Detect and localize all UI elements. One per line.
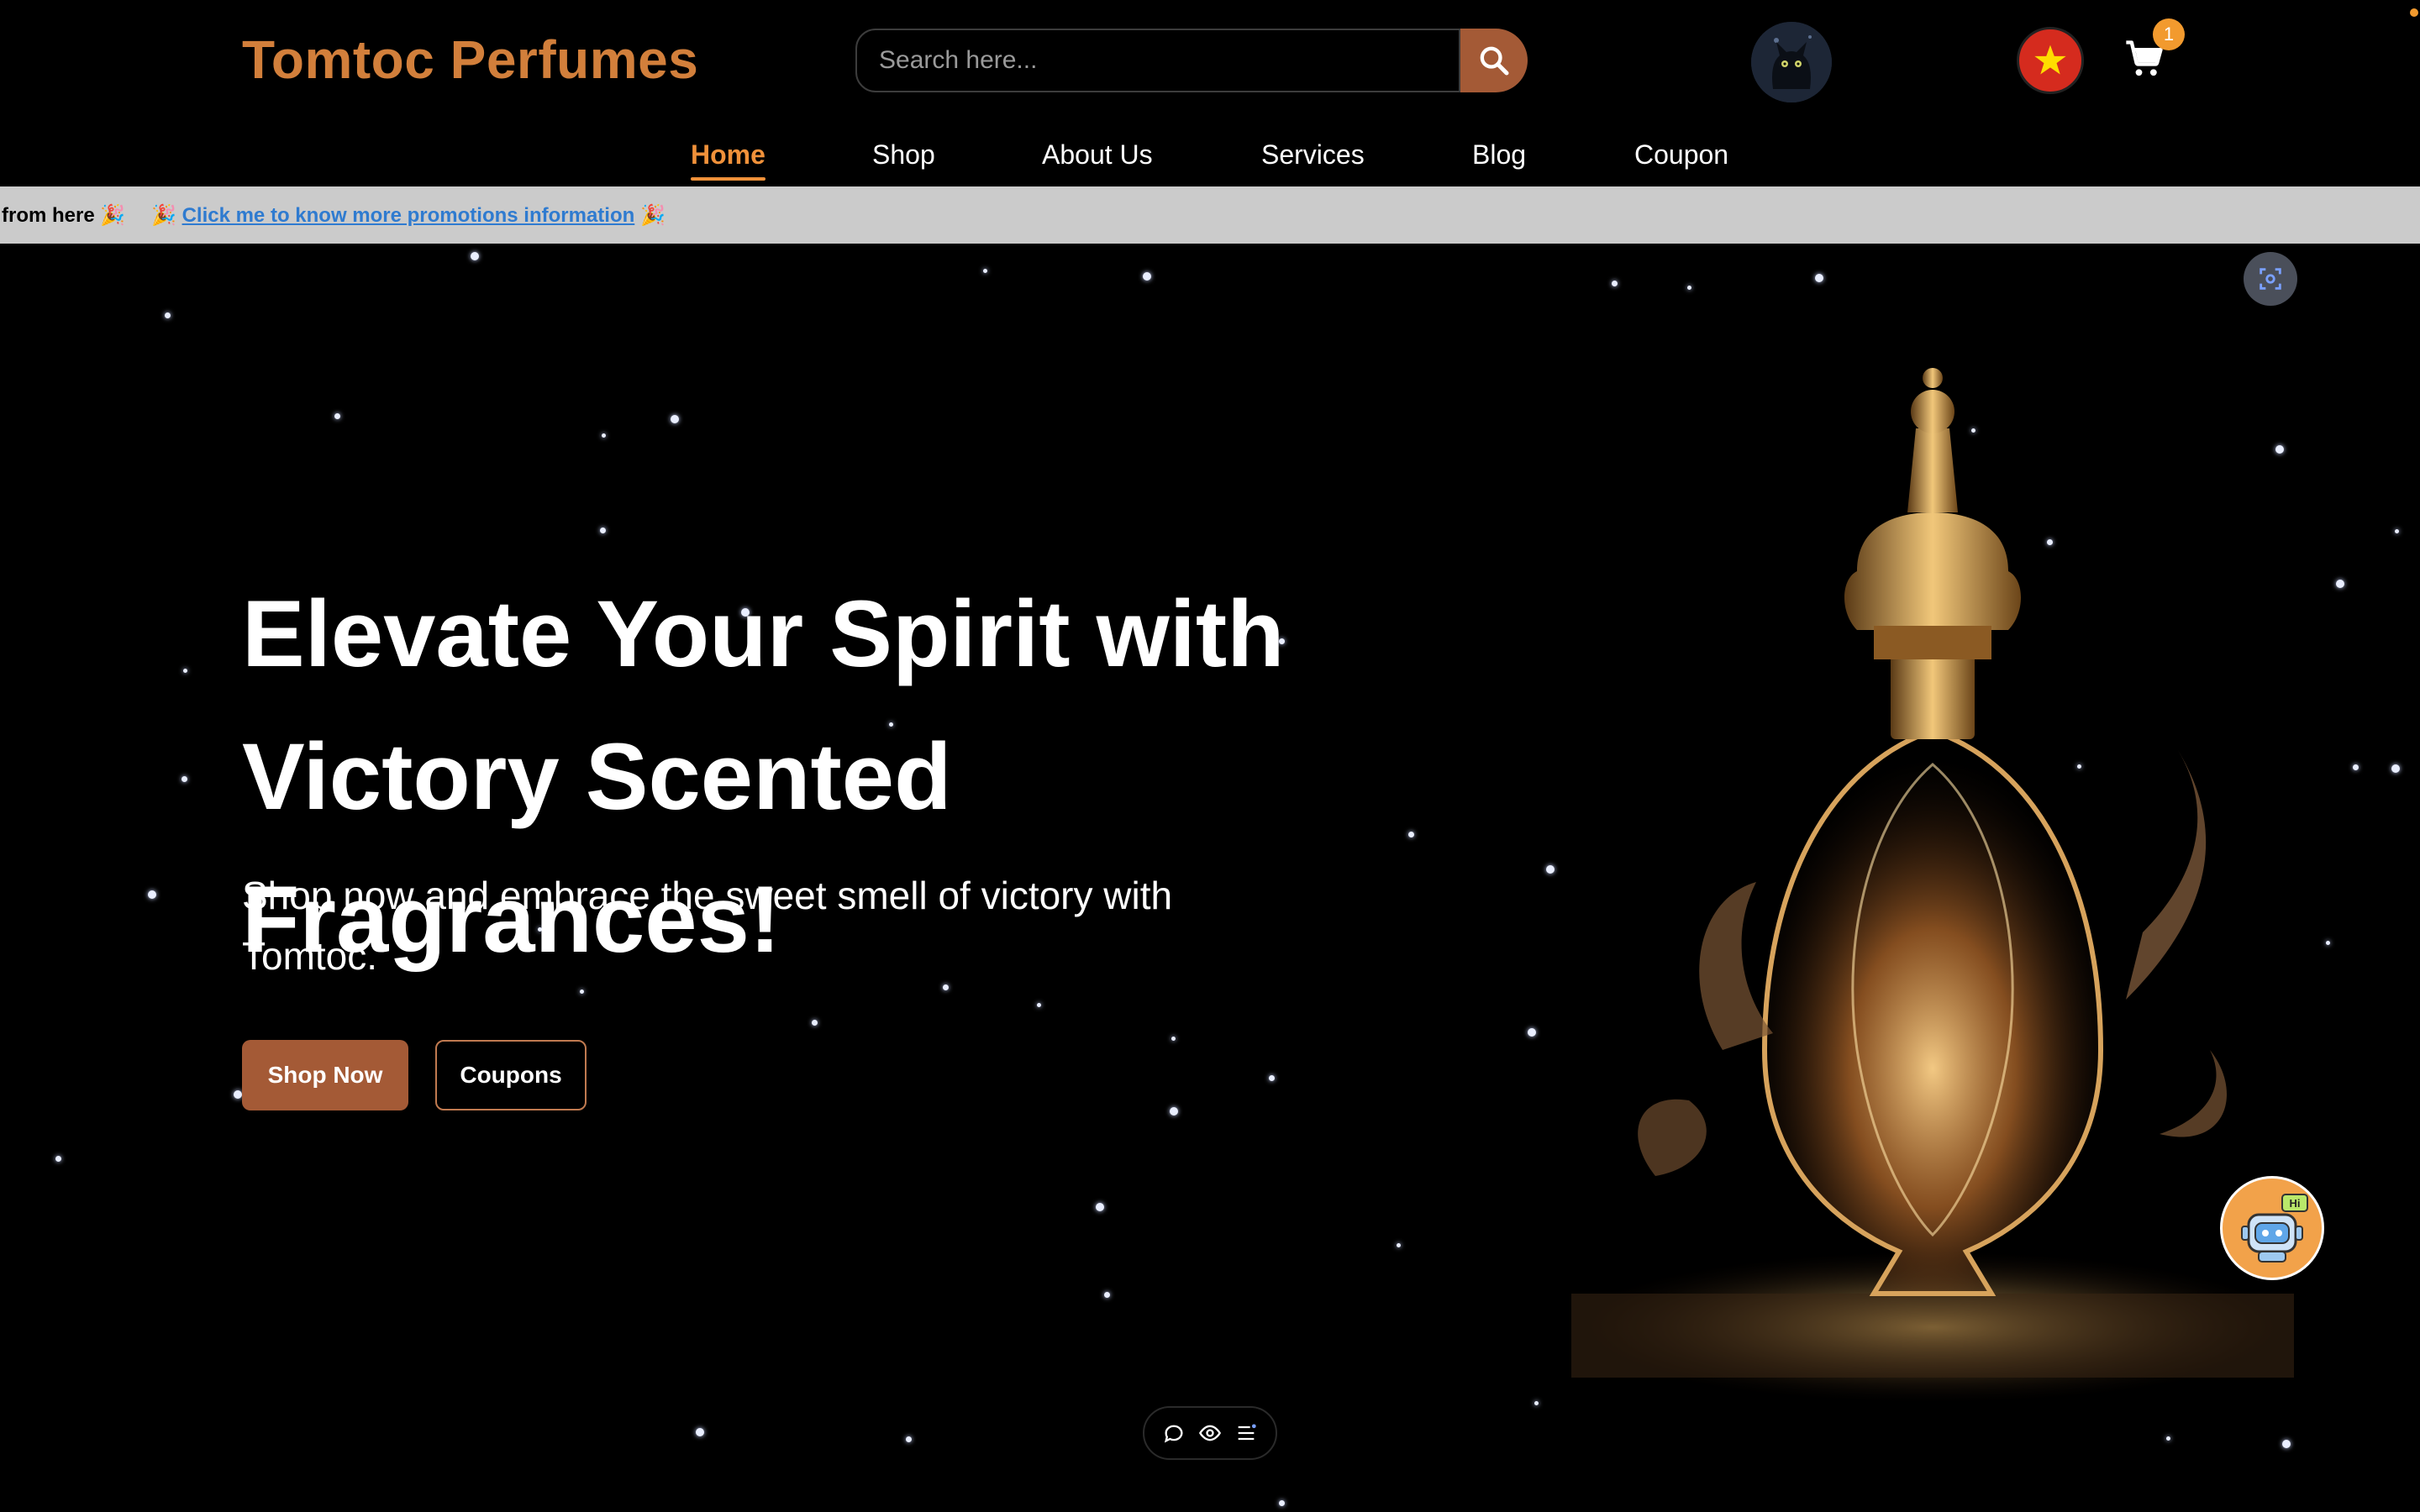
star-particle [906,1436,912,1442]
promo-link[interactable]: Click me to know more promotions informa… [182,204,635,227]
search-button[interactable] [1460,29,1528,92]
star-particle [2326,941,2330,945]
cart-count-badge: 1 [2153,18,2185,50]
search-input[interactable] [855,29,1460,92]
promo-marquee: from here 🎉 🎉 Click me to know more prom… [0,186,2420,244]
promo-text-fragment: from here 🎉 [2,204,126,227]
main-nav: Home Shop About Us Services Blog Coupon [0,139,2420,181]
nav-blog[interactable]: Blog [1472,139,1526,171]
star-particle [1104,1292,1110,1298]
star-particle [471,252,479,260]
perfume-bottle-image [1571,368,2294,1403]
star-particle [1612,281,1618,286]
comment-button[interactable] [1162,1421,1186,1445]
star-particle [2353,764,2359,770]
menu-button[interactable] [1234,1421,1258,1445]
star-particle [671,415,679,423]
star-particle [2395,529,2399,533]
nav-about-us[interactable]: About Us [1042,139,1153,171]
star-particle [1815,274,1823,282]
site-header: Tomtoc Perfumes 1 H [0,0,2420,186]
star-particle [183,669,187,673]
star-particle [1279,1500,1285,1506]
star-particle [1096,1203,1104,1211]
star-particle [1143,272,1151,281]
chatbot-button[interactable]: Hi [2220,1176,2324,1280]
star-particle [182,776,187,782]
coupons-button[interactable]: Coupons [435,1040,587,1110]
star-particle [1546,865,1555,874]
star-particle [1171,1037,1176,1041]
party-icon: 🎉 [151,204,176,227]
star-particle [1397,1243,1401,1247]
shop-now-button[interactable]: Shop Now [242,1040,408,1110]
star-particle [983,269,987,273]
star-particle [2336,580,2344,588]
star-particle [2391,764,2400,773]
star-particle [165,312,171,318]
star-particle [334,413,340,419]
robot-icon: Hi [2241,1194,2308,1263]
party-icon: 🎉 [639,204,666,227]
promo-link-group: 🎉 Click me to know more promotions infor… [151,203,666,228]
search-bar [855,29,1528,96]
star-particle [1170,1107,1178,1116]
view-button[interactable] [1198,1421,1222,1445]
vietnam-flag-icon [2034,45,2066,75]
comment-icon [1165,1425,1183,1443]
star-particle [600,528,606,533]
brand-logo[interactable]: Tomtoc Perfumes [242,29,698,91]
star-particle [2166,1436,2170,1441]
search-icon [1480,46,1509,76]
star-particle [55,1156,61,1162]
party-icon: 🎉 [100,204,126,227]
cat-avatar-icon [1751,22,1832,102]
language-flag-button[interactable] [2017,27,2084,94]
chatbot-hi-badge: Hi [2290,1197,2301,1210]
star-particle [148,890,156,899]
star-particle [812,1020,818,1026]
star-particle [602,433,606,438]
star-particle [234,1090,242,1099]
nav-shop[interactable]: Shop [872,139,935,171]
notification-dot [2410,8,2418,17]
avatar[interactable] [1751,22,1832,102]
hero-subtext: Shop now and embrace the sweet smell of … [242,874,1173,978]
nav-services[interactable]: Services [1261,139,1365,171]
star-particle [1534,1401,1539,1405]
star-particle [1528,1028,1536,1037]
headline-line-1: Elevate Your Spirit with [242,581,1285,686]
star-particle [696,1428,704,1436]
nav-coupon[interactable]: Coupon [1634,139,1728,171]
nav-home[interactable]: Home [691,139,765,181]
eye-icon [1198,1425,1221,1441]
menu-icon [1238,1424,1256,1441]
star-particle [1037,1003,1041,1007]
hero-section: Elevate Your Spirit with Victory Scented… [0,244,2420,1512]
star-particle [2282,1440,2291,1448]
star-particle [1687,286,1691,290]
star-particle [1269,1075,1275,1081]
floating-toolbar [1143,1406,1277,1460]
scan-button[interactable] [2244,252,2297,306]
scan-icon [2260,268,2281,290]
